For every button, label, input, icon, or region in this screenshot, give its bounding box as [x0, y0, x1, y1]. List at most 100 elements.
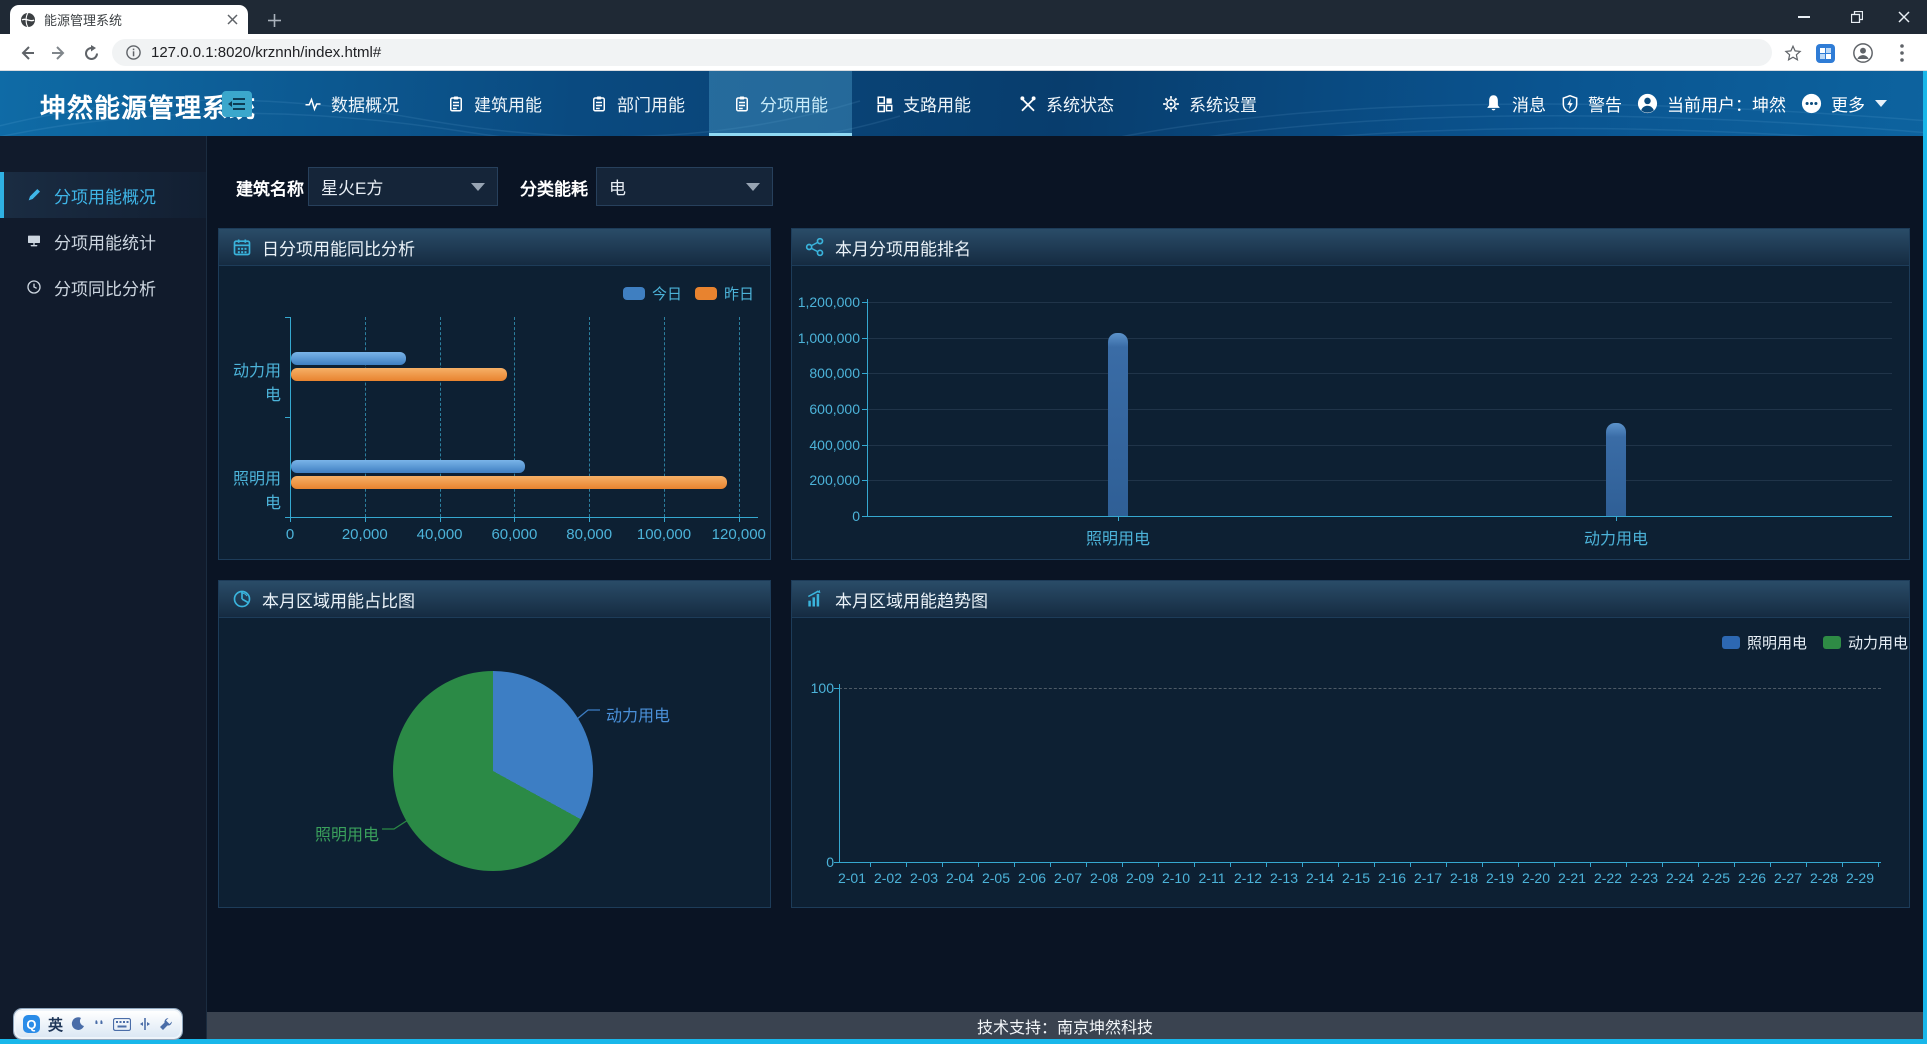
- x-axis-tick: [290, 517, 291, 522]
- x-tick-label: 2-07: [1048, 870, 1088, 886]
- x-tick-label: 2-12: [1228, 870, 1268, 886]
- x-axis-tick: [589, 517, 590, 522]
- tools-icon: [1019, 95, 1037, 113]
- site-info-icon[interactable]: [126, 45, 141, 60]
- x-axis-tick: [1302, 862, 1303, 867]
- address-bar[interactable]: 127.0.0.1:8020/krznnh/index.html#: [112, 39, 1772, 66]
- forward-icon[interactable]: [46, 40, 72, 66]
- chart-legend: 照明用电动力用电: [1722, 632, 1908, 653]
- clipboard-icon: [733, 95, 751, 113]
- moon-icon[interactable]: [71, 1017, 85, 1031]
- nav-item-label: 系统设置: [1189, 91, 1257, 116]
- x-axis-tick: [1410, 862, 1411, 867]
- bookmark-star-icon[interactable]: [1780, 40, 1806, 66]
- browser-menu-icon[interactable]: [1889, 40, 1915, 66]
- tab-close-icon[interactable]: [227, 14, 238, 25]
- nav-item-2[interactable]: 建筑用能: [423, 71, 566, 136]
- clipboard-icon: [447, 95, 465, 113]
- legend-item[interactable]: 动力用电: [1823, 632, 1908, 653]
- extension-icon[interactable]: [1812, 40, 1838, 66]
- window-close-button[interactable]: [1881, 0, 1927, 34]
- share-nodes-icon: [805, 237, 825, 257]
- nav-item-6[interactable]: 系统状态: [995, 71, 1138, 136]
- x-axis-tick: [1770, 862, 1771, 867]
- x-axis-tick: [1338, 862, 1339, 867]
- ime-toolbar: Q 英: [14, 1009, 182, 1039]
- panel-title: 本月分项用能排名: [835, 235, 971, 260]
- nav-item-1[interactable]: 数据概况: [280, 71, 423, 136]
- x-axis-tick: [1698, 862, 1699, 867]
- x-axis-tick: [1806, 862, 1807, 867]
- nav-item-5[interactable]: 支路用能: [852, 71, 995, 136]
- ime-logo-icon[interactable]: Q: [23, 1015, 40, 1033]
- sidebar-item-1[interactable]: 分项用能概况: [0, 172, 206, 218]
- y-tick-label: 100: [800, 680, 834, 696]
- legend-swatch: [695, 287, 717, 300]
- chevron-down-icon: [746, 183, 760, 191]
- nav-item-7[interactable]: 系统设置: [1138, 71, 1281, 136]
- x-axis-tick: [1014, 862, 1015, 867]
- legend-item[interactable]: 昨日: [695, 283, 754, 304]
- more-menu-button[interactable]: 更多: [1800, 91, 1887, 116]
- building-select[interactable]: 星火E方: [308, 167, 498, 206]
- sidebar-item-3[interactable]: 分项同比分析: [0, 264, 206, 310]
- reload-icon[interactable]: [78, 40, 104, 66]
- energy-select[interactable]: 电: [596, 167, 773, 206]
- pie: [393, 671, 593, 871]
- keyboard-icon[interactable]: [113, 1018, 131, 1031]
- legend-item[interactable]: 照明用电: [1722, 632, 1807, 653]
- x-axis-tick: [365, 517, 366, 522]
- x-axis-tick: [1554, 862, 1555, 867]
- building-select-value: 星火E方: [321, 174, 383, 199]
- messages-button[interactable]: 消息: [1483, 91, 1546, 116]
- x-axis-tick: [514, 517, 515, 522]
- x-tick-label: 40,000: [398, 526, 482, 543]
- nav-item-4[interactable]: 分项用能: [709, 71, 852, 136]
- category-label: 照明用电: [1058, 525, 1178, 549]
- x-axis-tick: [1734, 862, 1735, 867]
- back-icon[interactable]: [14, 40, 40, 66]
- punctuation-icon[interactable]: [93, 1018, 105, 1030]
- alerts-button[interactable]: 警告: [1560, 91, 1622, 116]
- x-axis-tick: [664, 517, 665, 522]
- x-axis-tick: [978, 862, 979, 867]
- window-minimize-button[interactable]: [1781, 0, 1827, 34]
- sidebar-item-label: 分项同比分析: [54, 275, 156, 300]
- x-tick-label: 2-02: [868, 870, 908, 886]
- x-axis-tick: [1230, 862, 1231, 867]
- x-axis-tick: [1118, 516, 1119, 521]
- panel-title: 日分项用能同比分析: [262, 235, 415, 260]
- handwriting-icon[interactable]: [139, 1017, 151, 1031]
- x-tick-label: 2-10: [1156, 870, 1196, 886]
- x-tick-label: 2-21: [1552, 870, 1592, 886]
- menu-toggle-button[interactable]: [222, 91, 252, 117]
- legend-swatch: [1823, 636, 1841, 649]
- ellipsis-circle-icon: [1800, 92, 1823, 115]
- more-label: 更多: [1831, 91, 1865, 116]
- x-tick-label: 2-14: [1300, 870, 1340, 886]
- browser-tab[interactable]: 能源管理系统: [10, 5, 248, 34]
- chevron-down-icon: [1875, 100, 1887, 107]
- wrench-icon[interactable]: [159, 1017, 173, 1031]
- window-edge-right[interactable]: [1923, 71, 1927, 1044]
- x-axis-tick: [1662, 862, 1663, 867]
- x-tick-label: 2-23: [1624, 870, 1664, 886]
- legend-label: 照明用电: [1747, 632, 1807, 653]
- bar-照明用电: [1108, 333, 1128, 516]
- y-axis-tick: [834, 688, 839, 689]
- y-tick-label: 0: [800, 854, 834, 870]
- legend-item[interactable]: 今日: [623, 283, 682, 304]
- profile-avatar-icon[interactable]: [1850, 40, 1876, 66]
- y-tick-label: 200,000: [794, 472, 860, 488]
- ime-language-toggle[interactable]: 英: [48, 1014, 63, 1035]
- new-tab-button[interactable]: [262, 8, 286, 32]
- window-restore-button[interactable]: [1834, 0, 1880, 34]
- current-user-button[interactable]: 当前用户：坤然: [1636, 91, 1786, 116]
- nav-item-3[interactable]: 部门用能: [566, 71, 709, 136]
- y-tick-label: 1,000,000: [794, 330, 860, 346]
- sidebar-item-2[interactable]: 分项用能统计: [0, 218, 206, 264]
- x-tick-label: 2-19: [1480, 870, 1520, 886]
- x-tick-label: 2-09: [1120, 870, 1160, 886]
- shield-bolt-icon: [1560, 94, 1580, 114]
- y-axis-tick: [285, 317, 290, 318]
